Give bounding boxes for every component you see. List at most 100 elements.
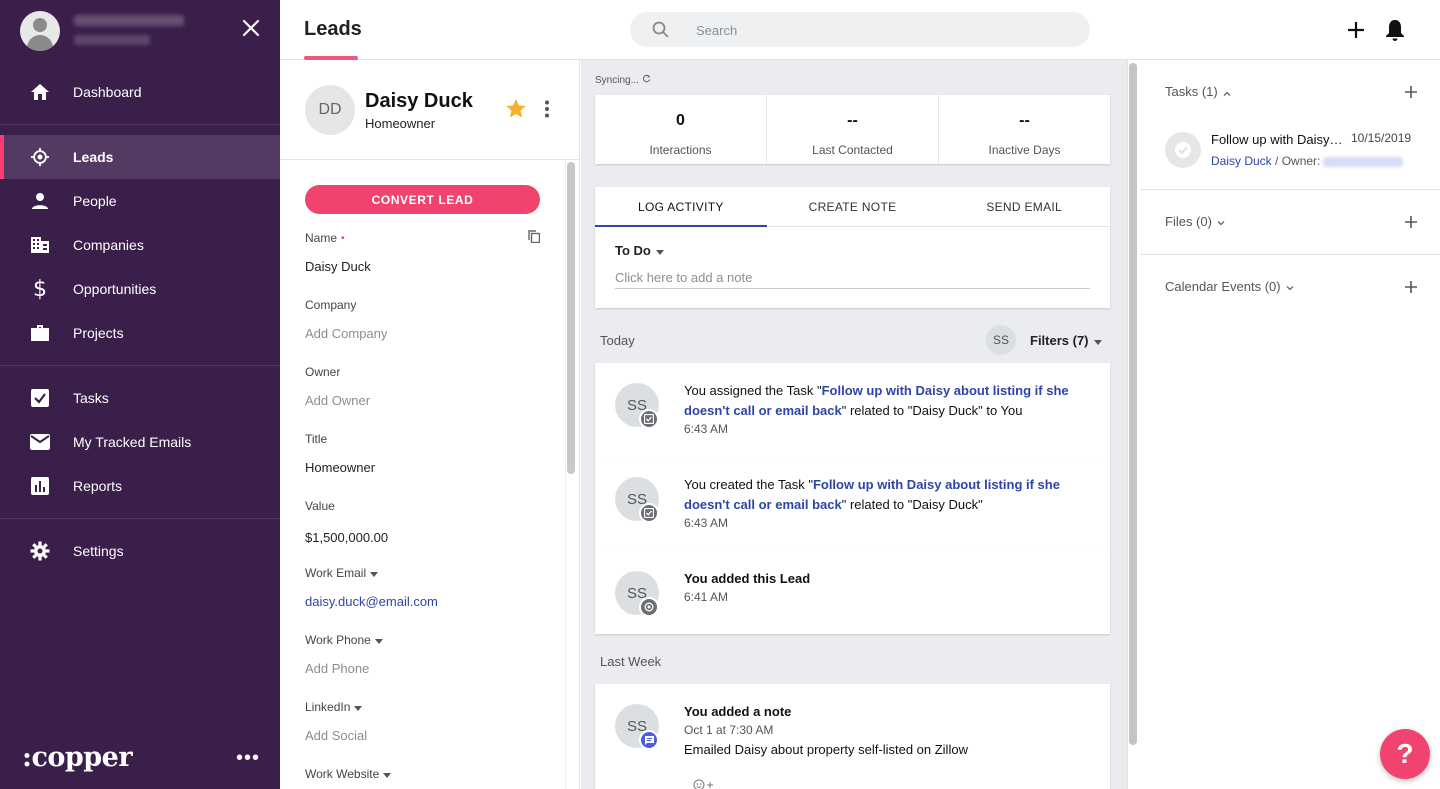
sidebar-item-reports[interactable]: Reports <box>0 464 280 508</box>
details-scrollbar[interactable] <box>567 162 575 474</box>
person-icon <box>30 191 50 211</box>
caret-down-icon[interactable] <box>370 566 379 580</box>
convert-lead-button[interactable]: CONVERT LEAD <box>305 185 540 214</box>
user-avatar[interactable] <box>20 11 60 51</box>
add-reaction-icon[interactable] <box>693 779 715 789</box>
search-input[interactable] <box>696 20 1056 40</box>
sidebar-item-leads[interactable]: Leads <box>0 135 280 179</box>
sidebar-item-label: Dashboard <box>73 84 142 100</box>
filter-user-avatar[interactable]: SS <box>986 325 1016 355</box>
add-icon[interactable] <box>1344 18 1368 42</box>
sidebar-item-projects[interactable]: Projects <box>0 311 280 355</box>
owner-name-redacted <box>1323 156 1404 167</box>
field-owner[interactable]: Owner Add Owner <box>305 365 555 408</box>
filters-dropdown[interactable]: Filters (7) <box>1030 333 1102 348</box>
tab-create-note[interactable]: CREATE NOTE <box>767 187 939 226</box>
sync-status: Syncing... <box>595 74 651 86</box>
sidebar-item-tracked-emails[interactable]: My Tracked Emails <box>0 420 280 464</box>
sidebar-item-label: Tasks <box>73 390 109 406</box>
group-today: Today <box>600 333 635 348</box>
page-title: Leads <box>304 18 362 40</box>
sidebar-item-tasks[interactable]: Tasks <box>0 376 280 420</box>
calendar-events-header[interactable]: Calendar Events (0) <box>1165 279 1294 294</box>
user-org-redacted <box>74 35 150 45</box>
checkbox-icon <box>30 388 50 408</box>
activity-item: SS You assigned the Task "Follow up with… <box>595 363 1110 458</box>
field-linkedin[interactable]: LinkedIn Add Social <box>305 700 555 743</box>
sidebar-item-label: Settings <box>73 543 124 559</box>
chevron-down-icon <box>1286 279 1294 294</box>
user-name-redacted <box>74 15 184 26</box>
stat-last-contacted: -- Last Contacted <box>767 95 939 164</box>
tab-log-activity[interactable]: LOG ACTIVITY <box>595 187 767 227</box>
details-scroll-track <box>565 160 566 789</box>
caret-down-icon <box>655 243 664 258</box>
files-section: Files (0) <box>1140 190 1440 255</box>
sidebar-item-dashboard[interactable]: Dashboard <box>0 70 280 114</box>
sidebar-item-settings[interactable]: Settings <box>0 529 280 573</box>
caret-down-icon[interactable] <box>383 767 392 781</box>
search-icon <box>652 21 669 41</box>
caret-down-icon[interactable] <box>354 700 363 714</box>
copy-icon[interactable] <box>528 230 541 246</box>
more-icon[interactable]: ••• <box>236 748 260 768</box>
activity-time: 6:43 AM <box>684 422 729 436</box>
sidebar-item-opportunities[interactable]: $ Opportunities <box>0 267 280 311</box>
close-icon[interactable] <box>240 18 262 42</box>
note-body: Emailed Daisy about property self-listed… <box>684 742 968 757</box>
bell-icon[interactable] <box>1384 18 1408 42</box>
field-name[interactable]: Name • Daisy Duck <box>305 231 555 274</box>
activity-composer: LOG ACTIVITY CREATE NOTE SEND EMAIL To D… <box>595 187 1110 308</box>
lead-details-panel: DD Daisy Duck Homeowner CONVERT LEAD Nam… <box>280 60 580 789</box>
activity-time: Oct 1 at 7:30 AM <box>684 723 774 737</box>
task-title[interactable]: Follow up with Daisy about listing if sh… <box>1211 132 1346 147</box>
caret-down-icon <box>1093 333 1102 348</box>
briefcase-icon <box>30 323 50 343</box>
add-file-icon[interactable] <box>1400 211 1422 233</box>
feed-scrollbar[interactable] <box>1129 63 1137 745</box>
star-icon[interactable] <box>505 98 527 122</box>
task-meta: Daisy Duck / Owner: <box>1211 154 1404 168</box>
user-profile[interactable] <box>0 0 280 62</box>
activity-time: 6:43 AM <box>684 516 729 530</box>
field-company[interactable]: Company Add Company <box>305 298 555 341</box>
caret-down-icon[interactable] <box>374 633 383 647</box>
activity-item: SS You added a note Oct 1 at 7:30 AM Ema… <box>595 684 1110 789</box>
field-value: Add Company <box>305 326 388 341</box>
related-panel: Tasks (1) Follow up with Daisy about lis… <box>1140 60 1440 789</box>
field-work-website[interactable]: Work Website <box>305 767 555 781</box>
field-work-email[interactable]: Work Email daisy.duck@email.com <box>305 566 555 609</box>
files-section-header[interactable]: Files (0) <box>1165 214 1225 229</box>
add-task-icon[interactable] <box>1400 81 1422 103</box>
add-event-icon[interactable] <box>1400 276 1422 298</box>
search-bar[interactable] <box>630 12 1090 47</box>
copper-logo: :copper <box>22 742 133 773</box>
sidebar-item-people[interactable]: People <box>0 179 280 223</box>
chevron-down-icon <box>1217 214 1225 229</box>
field-work-phone[interactable]: Work Phone Add Phone <box>305 633 555 676</box>
building-icon <box>30 235 50 255</box>
activity-type-dropdown[interactable]: To Do <box>615 243 664 258</box>
help-button[interactable]: ? <box>1380 729 1430 779</box>
tab-send-email[interactable]: SEND EMAIL <box>938 187 1110 226</box>
kebab-menu-icon[interactable] <box>544 100 550 121</box>
field-value-amount[interactable]: Value $1,500,000.00 <box>305 499 555 545</box>
tasks-section-header[interactable]: Tasks (1) <box>1165 84 1231 99</box>
task-related-link[interactable]: Daisy Duck <box>1211 154 1272 168</box>
sidebar-item-label: People <box>73 193 117 209</box>
refresh-icon <box>642 74 651 86</box>
gear-icon <box>30 541 50 561</box>
sidebar-item-label: Opportunities <box>73 281 157 297</box>
task-complete-checkbox[interactable] <box>1165 132 1201 168</box>
field-value: Add Social <box>305 728 368 743</box>
note-input[interactable] <box>615 267 1090 289</box>
sidebar-item-companies[interactable]: Companies <box>0 223 280 267</box>
lead-badge-icon <box>639 597 659 617</box>
required-indicator: • <box>341 232 345 244</box>
work-email-link[interactable]: daisy.duck@email.com <box>305 594 555 609</box>
lead-name: Daisy Duck <box>365 90 473 112</box>
stat-inactive-days: -- Inactive Days <box>988 112 1061 157</box>
bar-chart-icon <box>30 476 50 496</box>
field-title[interactable]: Title Homeowner <box>305 432 555 475</box>
sidebar-item-label: Projects <box>73 325 124 341</box>
